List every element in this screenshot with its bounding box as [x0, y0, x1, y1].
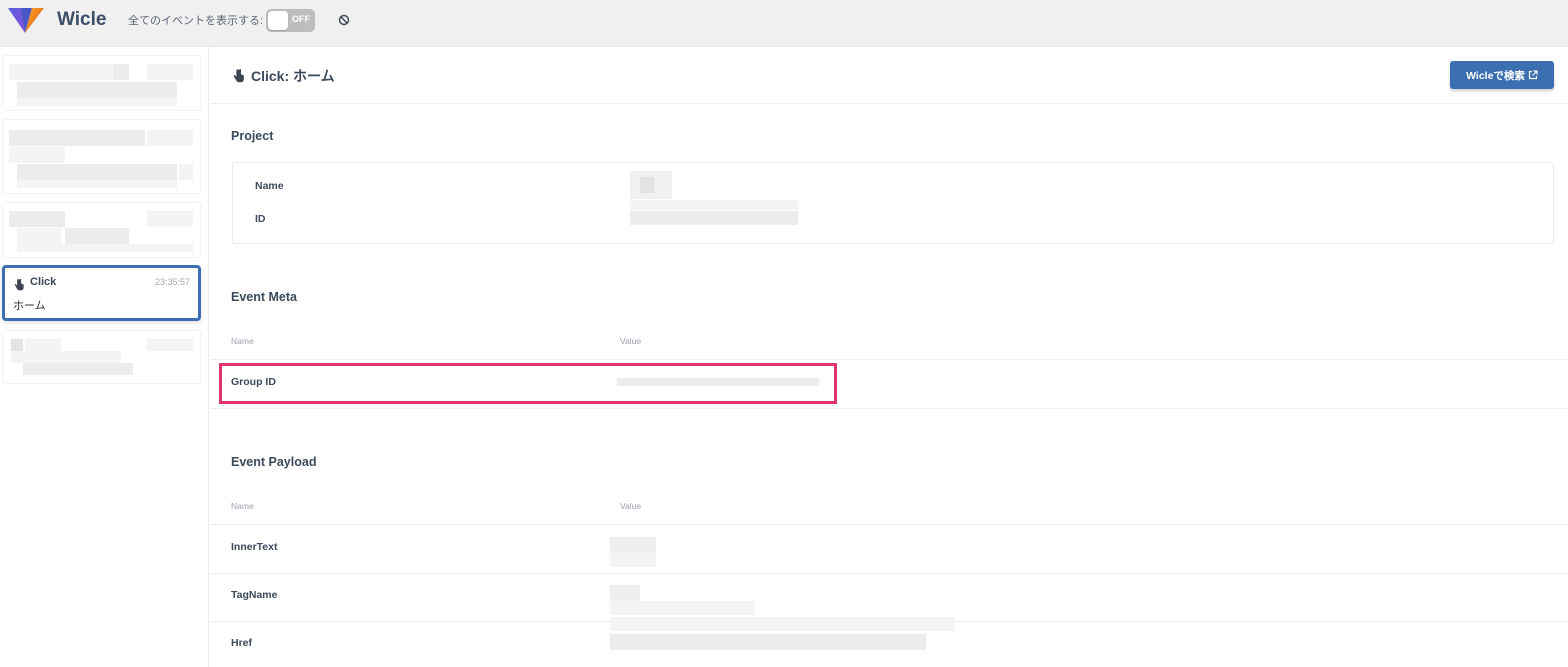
redacted-block: [9, 147, 65, 163]
event-detail-panel: Click: ホーム Wicleで検索 Project Name ID Even…: [210, 47, 1568, 667]
divider: [210, 524, 1568, 525]
redacted-block: [17, 164, 177, 180]
event-meta-col-value: Value: [620, 336, 642, 346]
pointer-hand-icon: [14, 278, 24, 291]
search-button-label: Wicleで検索: [1466, 69, 1525, 82]
external-link-icon: [1528, 70, 1538, 80]
wicle-logo: [8, 8, 44, 33]
search-in-wicle-button[interactable]: Wicleで検索: [1450, 61, 1554, 89]
redacted-block: [17, 98, 177, 106]
event-type-label: Click: [30, 276, 57, 288]
redacted-block: [147, 339, 193, 351]
toggle-state-text: OFF: [292, 14, 310, 24]
redacted-block: [11, 339, 23, 351]
redacted-block: [610, 601, 755, 615]
pointer-hand-icon: [233, 68, 244, 83]
event-payload-col-name: Name: [231, 501, 254, 511]
redacted-block: [17, 180, 177, 188]
redacted-block: [610, 553, 656, 567]
redacted-block: [9, 211, 65, 227]
project-id-label: ID: [255, 213, 266, 225]
redacted-block: [179, 164, 193, 180]
redacted-block: [11, 351, 121, 363]
app-header: Wicle 全てのイベントを表示する: OFF: [0, 0, 1568, 47]
event-timestamp: 23:35:57: [154, 277, 190, 287]
tagname-label: TagName: [231, 589, 278, 601]
project-info-box: Name ID: [232, 162, 1554, 244]
redacted-block: [23, 363, 133, 375]
toggle-knob: [268, 11, 288, 30]
event-payload-col-value: Value: [620, 501, 642, 511]
redacted-block: [640, 177, 654, 193]
project-id-value-redacted: [630, 211, 798, 225]
redacted-block: [25, 339, 61, 351]
divider: [210, 573, 1568, 574]
event-card-redacted[interactable]: [2, 119, 201, 194]
href-value-redacted: [610, 634, 926, 650]
redacted-block: [113, 64, 129, 80]
group-id-highlight: [219, 363, 837, 404]
redacted-block: [17, 244, 193, 252]
event-list-sidebar: Click 23:35:57 ホーム: [0, 47, 209, 667]
event-meta-section-title: Event Meta: [231, 290, 297, 304]
redacted-block: [147, 211, 193, 227]
project-name-label: Name: [255, 180, 284, 192]
event-detail-header: Click: ホーム Wicleで検索: [210, 47, 1568, 104]
redacted-block: [17, 82, 177, 98]
event-card-redacted[interactable]: [2, 202, 201, 258]
project-section-title: Project: [231, 129, 274, 143]
event-meta-col-name: Name: [231, 336, 254, 346]
redacted-block: [610, 617, 955, 631]
event-card-redacted[interactable]: [2, 55, 201, 111]
innertext-label: InnerText: [231, 541, 278, 553]
redacted-block: [65, 228, 129, 244]
tagname-value-redacted: [610, 585, 640, 601]
event-card-redacted[interactable]: [2, 330, 201, 384]
innertext-value-redacted: [610, 537, 656, 553]
event-title: ホーム: [13, 300, 46, 312]
block-icon[interactable]: [338, 14, 350, 26]
event-payload-section-title: Event Payload: [231, 455, 317, 469]
href-label: Href: [231, 637, 253, 649]
redacted-block: [147, 64, 193, 80]
event-card-selected[interactable]: Click 23:35:57 ホーム: [2, 265, 201, 321]
divider: [210, 359, 1568, 360]
show-all-events-toggle[interactable]: OFF: [266, 9, 315, 32]
divider: [210, 408, 1568, 409]
redacted-block: [9, 130, 145, 146]
redacted-block: [17, 228, 61, 244]
redacted-block: [630, 200, 798, 210]
redacted-block: [147, 130, 193, 146]
page-title: Click: ホーム: [251, 68, 335, 84]
show-all-events-label: 全てのイベントを表示する:: [128, 15, 264, 27]
brand-name: Wicle: [57, 9, 107, 30]
redacted-block: [9, 64, 113, 80]
